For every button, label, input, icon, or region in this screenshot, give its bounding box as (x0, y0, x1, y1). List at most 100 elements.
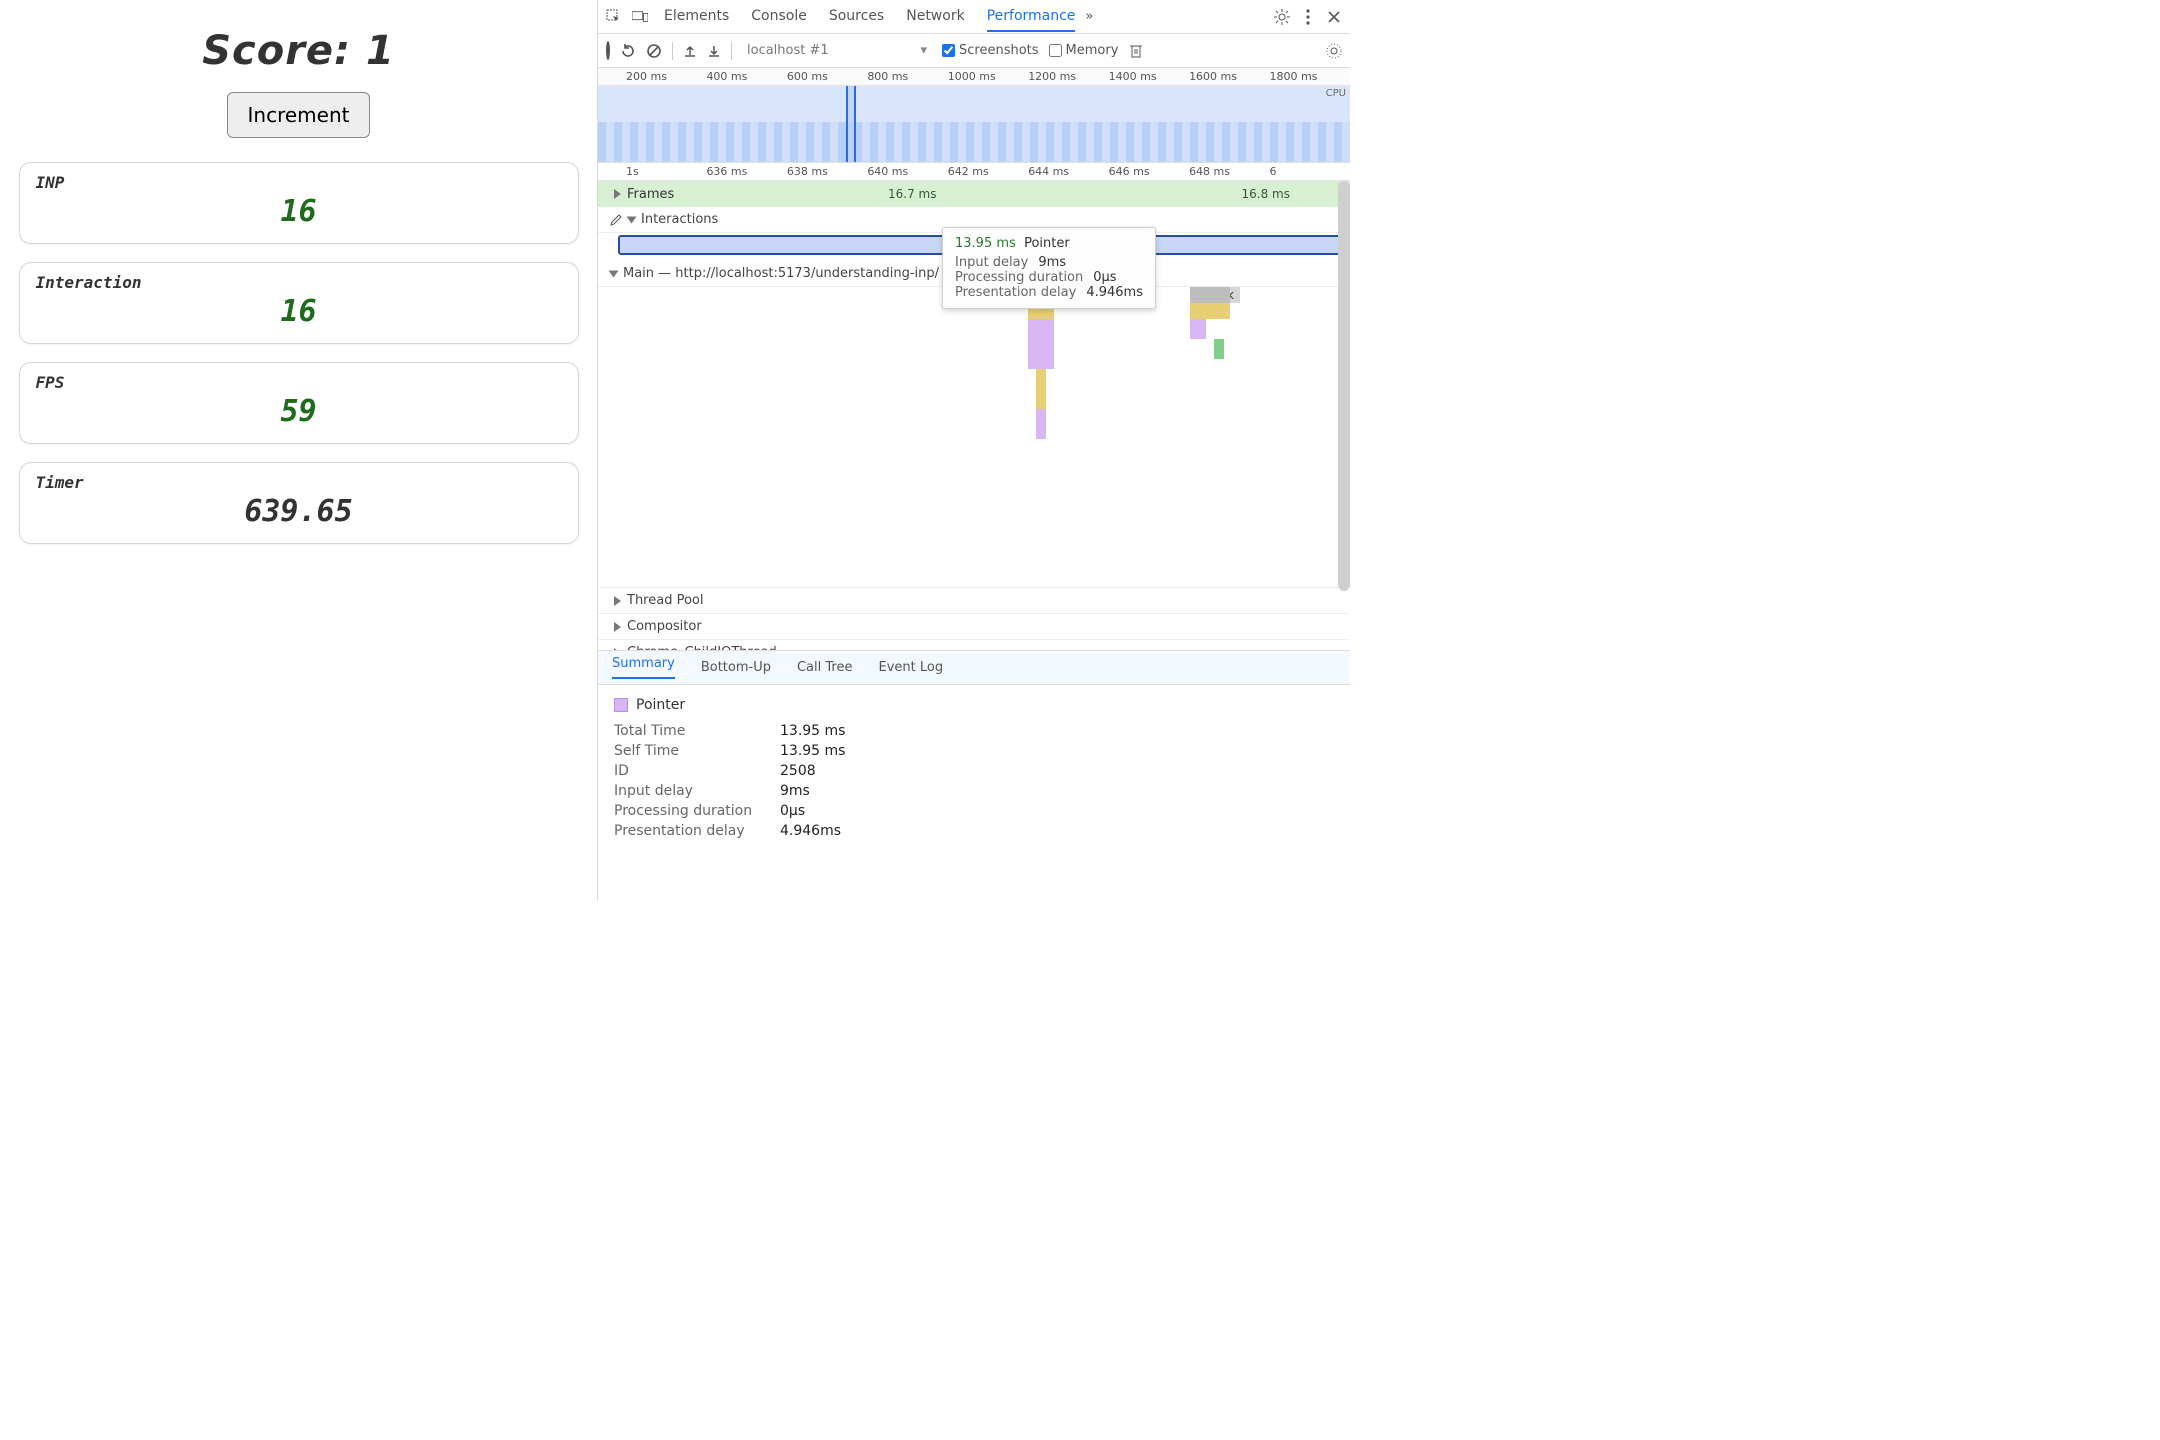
color-swatch (614, 698, 628, 712)
score-label: Score: (202, 28, 366, 74)
tab-console[interactable]: Console (751, 2, 807, 32)
tooltip-rows: Input delay9msProcessing duration0µsPres… (955, 255, 1143, 300)
ov-tick: 1600 ms (1189, 70, 1269, 83)
overview-selection[interactable] (846, 86, 856, 162)
flame-tick: 644 ms (1028, 165, 1108, 178)
summary-title: Pointer (614, 697, 1334, 713)
increment-button[interactable]: Increment (227, 92, 371, 138)
card-label: INP (36, 173, 562, 192)
detail-tab-bottom-up[interactable]: Bottom-Up (701, 660, 771, 675)
summary-row: Total Time13.95 ms (614, 723, 1334, 739)
flame-tick: 642 ms (948, 165, 1028, 178)
card-value: 16 (36, 294, 562, 329)
memory-checkbox[interactable]: Memory (1049, 43, 1119, 58)
cpu-label: CPU (1326, 88, 1346, 99)
screenshots-checkbox[interactable]: Screenshots (942, 43, 1039, 58)
detail-tabs: Summary Bottom-Up Call Tree Event Log (598, 651, 1350, 685)
ov-tick: 1200 ms (1028, 70, 1108, 83)
card-label: Interaction (36, 273, 562, 292)
card-value: 59 (36, 394, 562, 429)
metrics-cards: INP 16 Interaction 16 FPS59 Timer 639.65 (19, 162, 579, 544)
memory-input[interactable] (1049, 44, 1062, 57)
upload-icon[interactable] (683, 44, 697, 58)
tracks-area[interactable]: Frames 16.7 ms 16.8 ms Interactions 13.9… (598, 181, 1350, 651)
ov-tick: 600 ms (787, 70, 867, 83)
compositor-track[interactable]: Compositor (598, 613, 1350, 639)
interactions-label: Interactions (641, 212, 718, 227)
app-pane: Score: 1 Increment INP16Interaction16FPS… (0, 0, 597, 900)
flame-tick: 648 ms (1189, 165, 1269, 178)
chevron-down-icon: ▾ (920, 43, 927, 58)
gc-icon[interactable] (1128, 43, 1144, 59)
child-io-track[interactable]: Chrome_ChildIOThread (598, 639, 1350, 651)
metric-card-timer: Timer 639.65 (19, 462, 579, 544)
flame-tick: 638 ms (787, 165, 867, 178)
detail-tab-summary[interactable]: Summary (612, 656, 675, 679)
flame-tick: 1s (626, 165, 706, 178)
gear-icon[interactable] (1274, 9, 1290, 25)
summary-row: Processing duration0µs (614, 803, 1334, 819)
flame-ruler: 1s636 ms638 ms640 ms642 ms644 ms646 ms64… (598, 163, 1350, 181)
summary-name: Pointer (636, 697, 685, 713)
triangle-right-icon (614, 596, 621, 606)
compositor-label: Compositor (627, 619, 702, 634)
perf-toolbar: localhost #1 ▾ Screenshots Memory (598, 34, 1350, 68)
kebab-icon[interactable] (1300, 9, 1316, 25)
devtools-tabs: Elements Console Sources Network Performance (664, 2, 1075, 32)
thread-pool-track[interactable]: Thread Pool (598, 587, 1350, 613)
ov-tick: 1800 ms (1270, 70, 1350, 83)
flame-tick: 646 ms (1109, 165, 1189, 178)
tab-network[interactable]: Network (906, 2, 964, 32)
frames-label: Frames (627, 187, 674, 202)
target-value: localhost #1 (747, 43, 829, 58)
ov-tick: 800 ms (867, 70, 947, 83)
card-label: Timer (36, 473, 562, 492)
card-value: 639.65 (36, 494, 562, 529)
child-io-label: Chrome_ChildIOThread (627, 645, 777, 651)
tab-performance[interactable]: Performance (987, 2, 1076, 32)
summary-row: Input delay9ms (614, 783, 1334, 799)
devtools-tabbar: Elements Console Sources Network Performance… (598, 0, 1350, 34)
more-tabs-icon[interactable]: » (1085, 9, 1093, 24)
summary-row: Self Time13.95 ms (614, 743, 1334, 759)
main-flame[interactable]: Task (598, 287, 1350, 587)
close-icon[interactable] (1326, 9, 1342, 25)
flame-tick: 6 (1270, 165, 1350, 178)
memory-label: Memory (1066, 43, 1119, 58)
triangle-right-icon (614, 648, 621, 652)
download-icon[interactable] (707, 44, 721, 58)
metric-card-interaction: Interaction 16 (19, 262, 579, 344)
triangle-down-icon (609, 270, 619, 277)
device-icon[interactable] (632, 9, 648, 25)
metric-card-fps: FPS59 (19, 362, 579, 444)
overview-body[interactable]: CPU NET (598, 86, 1350, 162)
detail-tab-event-log[interactable]: Event Log (878, 660, 943, 675)
summary-row: Presentation delay4.946ms (614, 823, 1334, 839)
tooltip-row: Processing duration0µs (955, 270, 1143, 285)
tooltip-row: Presentation delay4.946ms (955, 285, 1143, 300)
clear-button[interactable] (646, 43, 662, 59)
scrollbar[interactable] (1338, 181, 1350, 591)
edit-icon[interactable] (610, 214, 622, 226)
frames-track[interactable]: Frames 16.7 ms 16.8 ms (598, 181, 1350, 207)
target-select[interactable]: localhost #1 ▾ (742, 40, 932, 61)
detail-tab-call-tree[interactable]: Call Tree (797, 660, 853, 675)
main-label: Main — http://localhost:5173/understandi… (623, 266, 939, 281)
record-button[interactable] (606, 43, 610, 58)
tooltip-row: Input delay9ms (955, 255, 1143, 270)
tooltip-ms: 13.95 ms (955, 236, 1016, 251)
overview-strip[interactable]: 200 ms400 ms600 ms800 ms1000 ms1200 ms14… (598, 68, 1350, 163)
tab-elements[interactable]: Elements (664, 2, 729, 32)
reload-record-button[interactable] (620, 43, 636, 59)
triangle-right-icon (614, 189, 621, 199)
summary-row: ID2508 (614, 763, 1334, 779)
perf-settings-icon[interactable] (1326, 43, 1342, 59)
interaction-tooltip: 13.95 ms Pointer Input delay9msProcessin… (942, 227, 1156, 309)
ov-tick: 400 ms (706, 70, 786, 83)
tab-sources[interactable]: Sources (829, 2, 884, 32)
screenshots-input[interactable] (942, 44, 955, 57)
triangle-down-icon (627, 216, 637, 223)
card-value: 16 (36, 194, 562, 229)
inspect-icon[interactable] (606, 9, 622, 25)
ov-tick: 200 ms (626, 70, 706, 83)
